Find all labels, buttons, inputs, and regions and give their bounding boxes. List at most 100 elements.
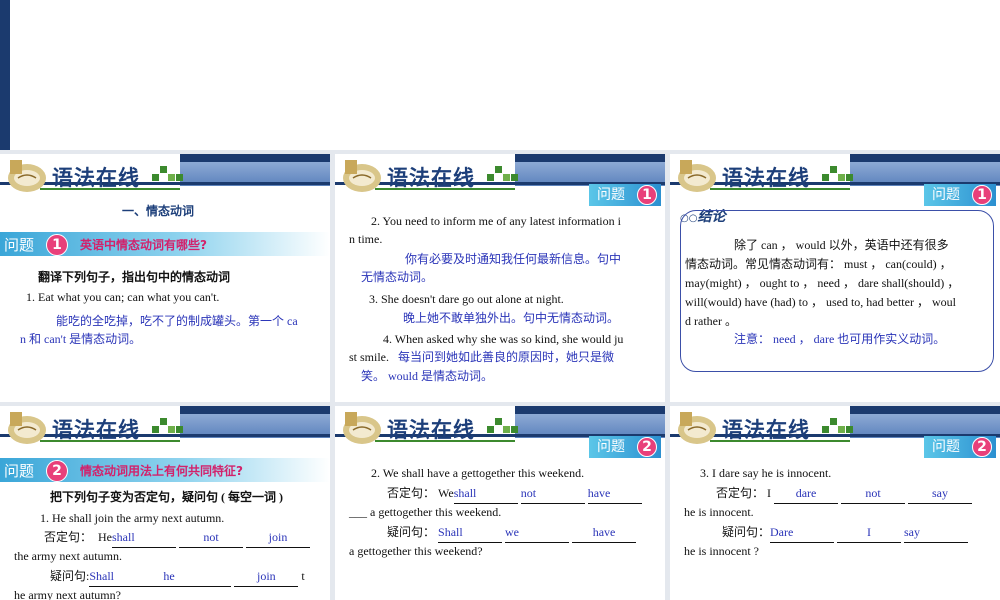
header-title: 语法在线 — [52, 166, 140, 190]
scroll-logo-icon — [343, 412, 381, 444]
example-sentence: 4. When asked why she was so kind, she w… — [383, 332, 624, 346]
question-badge: 问题 2 — [924, 436, 996, 458]
question-line: 疑问句： Shall we have — [387, 523, 637, 543]
question-text: 英语中情态动词有哪些? — [80, 238, 207, 252]
answer-line: 每当问到她如此善良的原因时，她只是微 — [398, 350, 615, 364]
question-label: 问题 — [932, 439, 960, 455]
slide-1[interactable]: 语法在线 一、情态动词 问题 1 英语中情态动词有哪些? 翻译下列句子，指出句中… — [0, 154, 330, 402]
conclusion-line: d rather 。 — [685, 314, 737, 328]
question-label: 问题 — [4, 236, 35, 254]
scroll-logo-icon — [8, 160, 46, 192]
slide-2[interactable]: 语法在线 问题 1 2. You need to inform me of any… — [335, 154, 665, 402]
header-title: 语法在线 — [722, 418, 810, 442]
question-badge: 问题 1 — [924, 184, 996, 206]
blank-answer: have — [572, 523, 637, 543]
sentence-tail: a gettogether this weekend? — [349, 544, 483, 558]
question-number-badge: 1 — [46, 234, 68, 256]
conclusion-line: 除了 can ， would 以外，英语中还有很多 — [734, 238, 949, 252]
negative-line: 否定句： Heshall not join — [44, 528, 311, 548]
question-form-label: 疑问句: — [50, 569, 90, 583]
sentence-start: I — [767, 486, 772, 500]
example-sentence: 2. We shall have a gettogether this week… — [371, 466, 585, 480]
question-line: 疑问句:Shall he join t — [50, 567, 305, 587]
top-blank-area — [0, 0, 1000, 150]
instruction-text: 把下列句子变为否定句，疑问句 ( 每空一词 ) — [50, 490, 283, 504]
blank-answer: shall — [453, 484, 518, 504]
scroll-logo-icon — [8, 412, 46, 444]
sentence-start: We — [438, 486, 454, 500]
scroll-logo-icon — [343, 160, 381, 192]
scroll-logo-icon — [678, 160, 716, 192]
slide-4[interactable]: 语法在线 问题 2 情态动词用法上有何共同特征? 把下列句子变为否定句，疑问句 … — [0, 406, 330, 600]
blank-answer: we — [505, 523, 570, 543]
blank-answer: have — [587, 484, 642, 504]
blank-answer: I — [837, 523, 902, 543]
question-number-badge: 2 — [46, 460, 68, 482]
sentence-tail: ___ a gettogether this weekend. — [349, 505, 502, 519]
question-badge: 问题 2 — [589, 436, 661, 458]
question-number-badge: 2 — [637, 437, 657, 457]
question-label: 问题 — [597, 439, 625, 455]
sentence-tail: he army next autumn? — [14, 588, 121, 600]
answer-line: 能吃的全吃掉，吃不了的制成罐头。第一个 ca — [56, 314, 298, 328]
conclusion-line: 情态动词。常见情态动词有： must ， can(could) ， — [685, 257, 952, 271]
blank-answer: not — [520, 484, 585, 504]
question-label: 问题 — [932, 187, 960, 203]
question-number-badge: 2 — [972, 437, 992, 457]
header-title: 语法在线 — [387, 418, 475, 442]
blank-answer: shall — [112, 528, 177, 548]
blank-answer: Shall — [89, 567, 164, 587]
blank-answer: join — [234, 567, 299, 587]
section-title: 一、情态动词 — [122, 204, 195, 218]
example-sentence: 1. Eat what you can; can what you can't. — [26, 290, 220, 304]
example-sentence: 2. You need to inform me of any latest i… — [371, 214, 621, 228]
answer-line: 你有必要及时通知我任何最新信息。句中 — [405, 252, 622, 266]
blank-answer: dare — [774, 484, 839, 504]
blank-answer: join — [246, 528, 311, 548]
question-form-label: 疑问句： — [387, 525, 436, 539]
sentence-start: He — [98, 530, 113, 544]
conclusion-line: will(would) have (had) to ， used to, had… — [685, 295, 956, 309]
question-line: 疑问句：Dare I say — [722, 523, 969, 543]
blank-answer: he — [163, 567, 232, 587]
instruction-text: 翻译下列句子，指出句中的情态动词 — [38, 270, 231, 284]
question-number-badge: 1 — [972, 185, 992, 205]
slide-5[interactable]: 语法在线 问题 2 2. We shall have a gettogether … — [335, 406, 665, 600]
slide-header: 语法在线 — [0, 406, 330, 450]
answer-line: 笑。 would 是情态动词。 — [361, 369, 494, 383]
question-badge: 问题 1 — [589, 184, 661, 206]
blank-answer: not — [841, 484, 906, 504]
negative-label: 否定句： — [716, 486, 765, 500]
header-title: 语法在线 — [722, 166, 810, 190]
answer-line: 晚上她不敢单独外出。句中无情态动词。 — [403, 311, 620, 325]
negative-line: 否定句： I dare not say — [716, 484, 973, 504]
example-sentence: 3. I dare say he is innocent. — [700, 466, 832, 480]
question-number-badge: 1 — [637, 185, 657, 205]
slide-6[interactable]: 语法在线 问题 2 3. I dare say he is innocent. 否… — [670, 406, 1000, 600]
negative-label: 否定句： — [387, 486, 436, 500]
example-sentence: 3. She doesn't dare go out alone at nigh… — [369, 292, 564, 306]
answer-line: 无情态动词。 — [361, 270, 434, 284]
header-title: 语法在线 — [387, 166, 475, 190]
question-bar: 问题 1 英语中情态动词有哪些? — [0, 232, 330, 256]
question-bar: 问题 2 情态动词用法上有何共同特征? — [0, 458, 330, 482]
slide-3[interactable]: 语法在线 问题 1 ○○结论 除了 can ， would 以外，英语中还有很多 … — [670, 154, 1000, 402]
negative-line: 否定句： Weshall not have — [387, 484, 642, 504]
blank-answer: say — [904, 523, 969, 543]
header-title: 语法在线 — [52, 418, 140, 442]
blank-answer: Shall — [438, 523, 503, 543]
left-accent-bar — [0, 0, 10, 150]
question-form-label: 疑问句： — [722, 525, 771, 539]
negative-label: 否定句： — [44, 530, 93, 544]
sentence-tail: he is innocent ? — [684, 544, 759, 558]
blank-answer: say — [908, 484, 973, 504]
question-label: 问题 — [597, 187, 625, 203]
blank-answer: not — [179, 528, 244, 548]
sentence-tail: the army next autumn. — [14, 549, 122, 563]
question-text: 情态动词用法上有何共同特征? — [80, 464, 243, 478]
slide-header: 语法在线 — [0, 154, 330, 198]
scroll-logo-icon — [678, 412, 716, 444]
note-line: 注意： need ， dare 也可用作实义动词。 — [734, 332, 946, 346]
example-sentence-mixed: st smile. 每当问到她如此善良的原因时，她只是微 — [349, 348, 614, 367]
answer-line: n 和 can't 是情态动词。 — [20, 332, 142, 346]
